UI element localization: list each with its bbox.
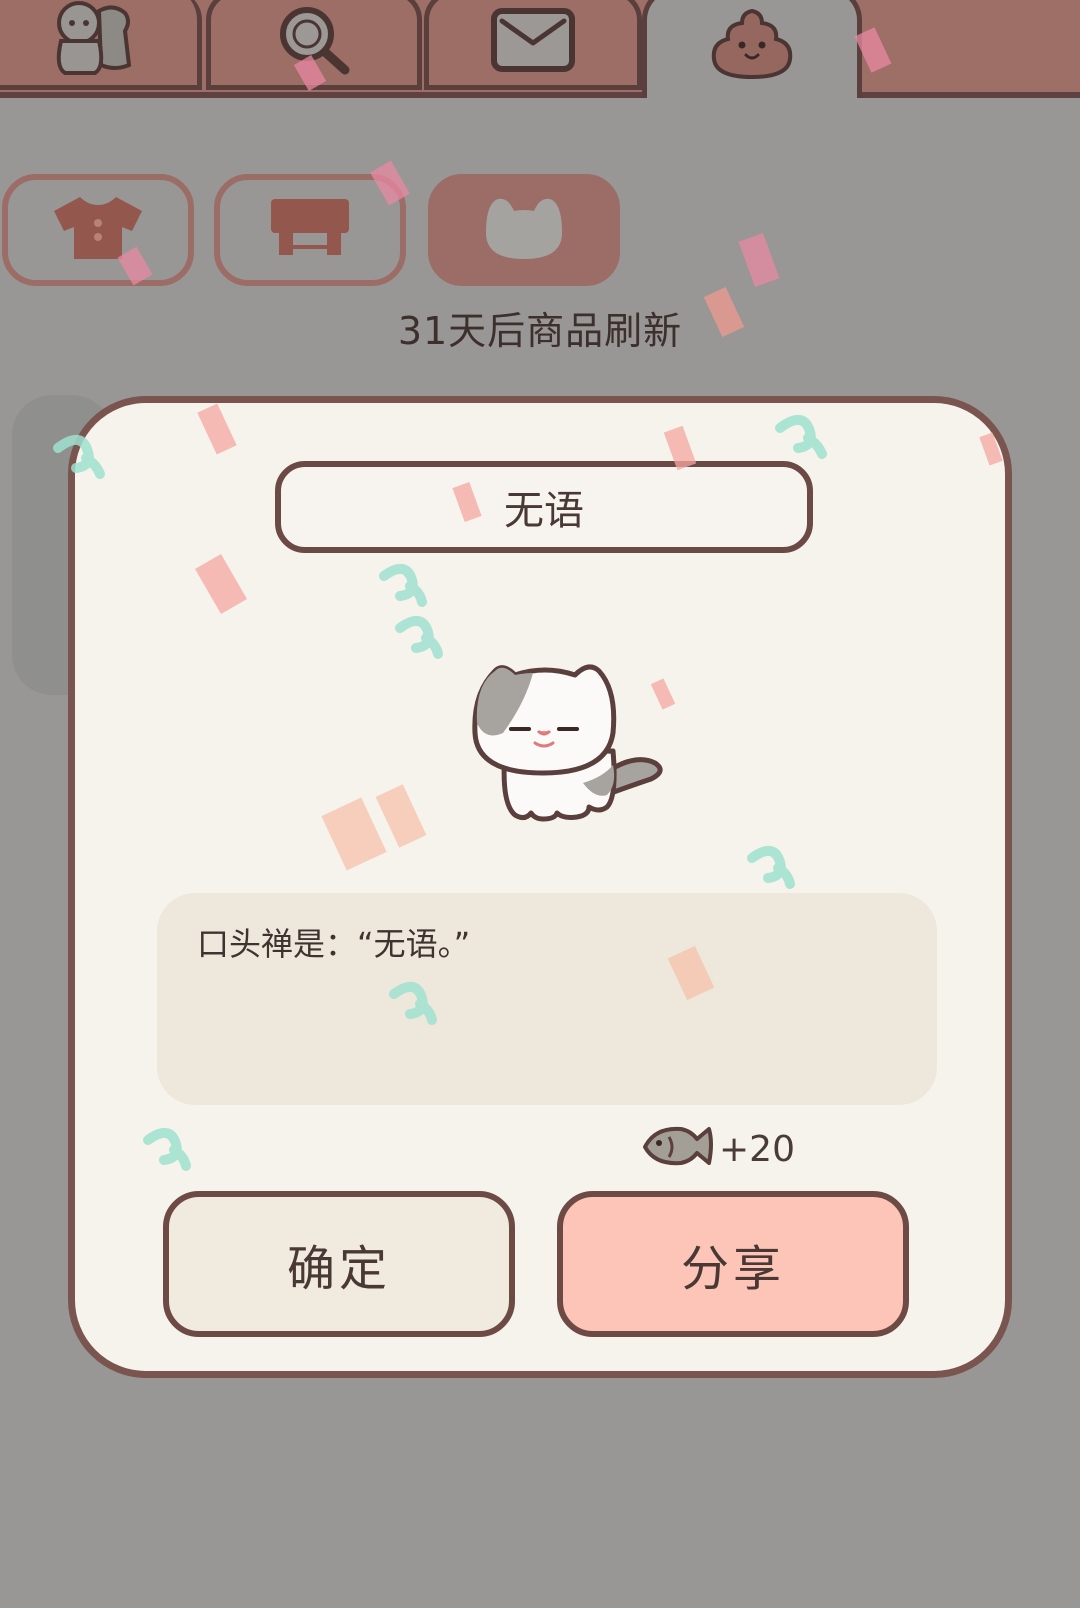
fish-icon (641, 1121, 713, 1177)
category-clothes-button[interactable] (2, 174, 194, 286)
cat-face-icon (476, 193, 572, 267)
shop-screen: 31天后商品刷新 无语 口头禅是：“无语。” +20 确定 分享 (0, 0, 1080, 1608)
share-button[interactable]: 分享 (557, 1191, 909, 1337)
catchphrase-box: 口头禅是：“无语。” (157, 893, 937, 1105)
tab-friends[interactable] (0, 0, 202, 90)
category-furniture-button[interactable] (214, 174, 406, 286)
tab-search[interactable] (206, 0, 422, 90)
refresh-notice: 31天后商品刷新 (397, 309, 683, 353)
table-icon (265, 195, 355, 265)
shirt-icon (50, 193, 146, 267)
cat-illustration (455, 643, 685, 837)
reward-amount: +20 (719, 1128, 795, 1170)
envelope-icon (488, 5, 578, 79)
confirm-button[interactable]: 确定 (163, 1191, 515, 1337)
reward-indicator: +20 (641, 1121, 795, 1177)
top-tab-bar (0, 0, 1080, 98)
cat-info-dialog: 无语 口头禅是：“无语。” +20 确定 分享 (68, 396, 1012, 1378)
tab-shop[interactable] (642, 0, 862, 98)
magnifier-icon (269, 0, 359, 84)
tab-mail[interactable] (424, 0, 642, 90)
people-icon (41, 0, 141, 81)
catchphrase-text: 口头禅是：“无语。” (197, 925, 471, 963)
category-cats-button[interactable] (428, 174, 620, 286)
cat-name-label: 无语 (275, 461, 813, 553)
poop-icon (702, 5, 802, 89)
